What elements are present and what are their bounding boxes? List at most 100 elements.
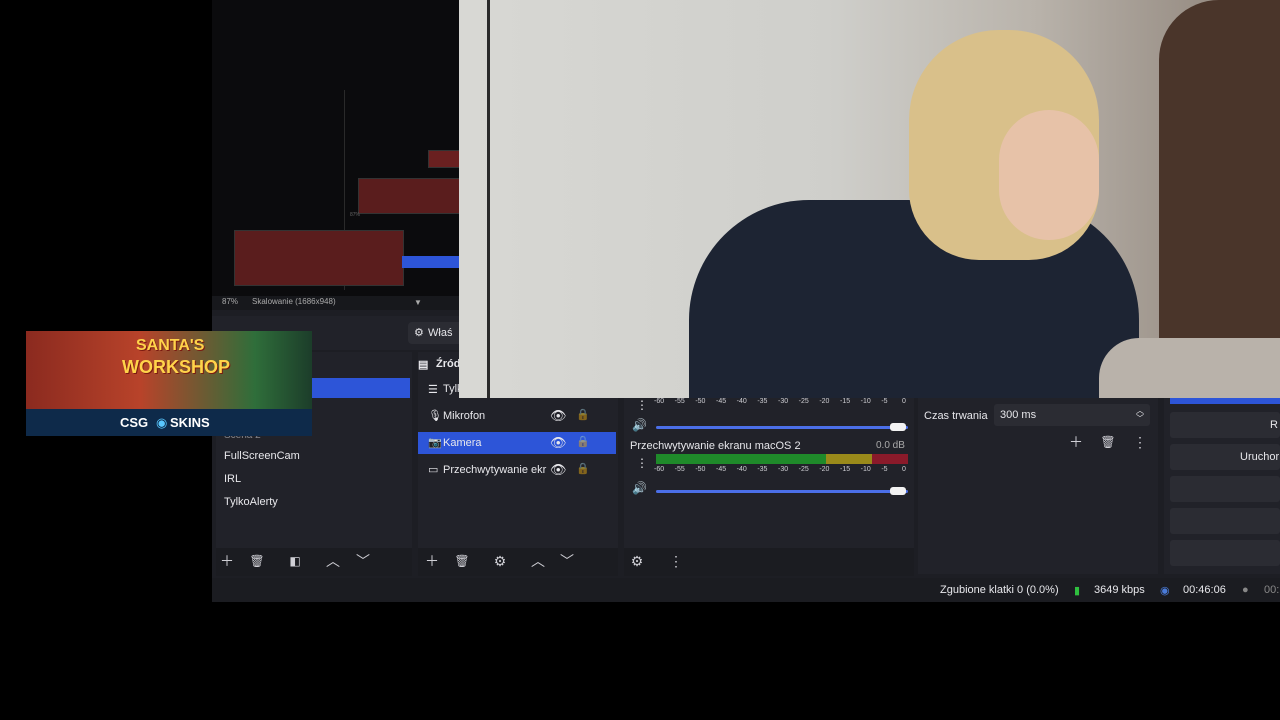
banner-brand-bar: CSG ◉ SKINS — [26, 409, 312, 436]
volume-icon[interactable]: 🔊 — [632, 418, 647, 432]
scenes-toolbar: ＋ 🗑 ◧ ︿ ﹀ — [216, 548, 412, 576]
controls-active-strip — [1170, 398, 1280, 404]
gear-icon[interactable]: ⚙ — [629, 553, 645, 569]
chevron-down-icon[interactable]: ﹀ — [559, 553, 575, 569]
volume-slider-knob[interactable] — [890, 487, 906, 495]
add-icon[interactable]: ＋ — [1068, 434, 1084, 450]
kebab-icon[interactable]: ⋮ — [1132, 434, 1148, 450]
meter-yellow — [826, 454, 872, 464]
meter-tick-label: -10 — [860, 398, 871, 405]
volume-slider-track[interactable] — [656, 490, 908, 493]
source-item-screen-capture[interactable]: ▭ Przechwytywanie ekr 👁 🔒 — [418, 459, 616, 481]
scene-item-irl[interactable]: IRL — [224, 473, 241, 485]
meter-tick-label: -35 — [757, 398, 768, 405]
scaling-label: Skalowanie (1686x948) — [252, 297, 336, 306]
start-virtual-camera-button[interactable]: Uruchor — [1170, 444, 1280, 470]
sources-header: Źród — [436, 358, 461, 370]
gear-icon[interactable]: ⚙ — [492, 553, 508, 569]
chevron-down-icon[interactable]: ▼ — [414, 298, 422, 307]
meter-tick-label: -25 — [798, 398, 809, 405]
trash-icon[interactable]: 🗑 — [1100, 434, 1116, 450]
scene-item-tylkoalerty[interactable]: TylkoAlerty — [224, 496, 278, 508]
meter-tick-label: -5 — [881, 466, 888, 473]
kebab-icon[interactable]: ⋮ — [636, 456, 648, 470]
duration-input[interactable]: 300 ms ︿ ﹀ — [994, 404, 1150, 426]
controls-panel: R Uruchor — [1164, 396, 1280, 574]
nested-preview-thumb-small — [428, 150, 462, 168]
dropped-frames: Zgubione klatki 0 (0.0%) — [940, 584, 1059, 596]
lock-icon[interactable]: 🔒 — [576, 408, 590, 421]
audio-mixer: ⋮ -60 -55 -5 0 -45 -40 -35 -30 -25 -20 -15 -10 -5 0 🔊… — [624, 396, 914, 548]
meter-tick-label: -60 — [654, 466, 665, 473]
camera-icon: 📷 — [428, 437, 442, 449]
meter-tick-label: 0 — [902, 466, 906, 473]
person-two-arm — [1099, 338, 1280, 398]
target-icon: ◉ — [156, 415, 168, 430]
cable — [487, 0, 490, 398]
meter-tick-label: -45 — [716, 398, 727, 405]
trash-icon[interactable]: 🗑 — [249, 553, 265, 569]
overlay-banner: SANTA'S WORKSHOP CSG ◉ SKINS — [26, 331, 312, 436]
meter-red — [872, 454, 908, 464]
transitions-panel: Czas trwania 300 ms ︿ ﹀ ＋ 🗑 ⋮ — [918, 396, 1158, 574]
nested-zoom-label: 87% — [350, 212, 361, 218]
camera-feed — [459, 0, 1280, 398]
meter-tick-label: -55 — [674, 466, 685, 473]
button-label: Uruchor — [1240, 451, 1280, 463]
volume-icon[interactable]: 🔊 — [632, 481, 647, 495]
meter-tick-label: -20 — [819, 398, 830, 405]
record-icon: ● — [1242, 584, 1249, 596]
volume-slider-track[interactable] — [656, 426, 908, 429]
chevron-down-icon[interactable]: ﹀ — [355, 553, 371, 569]
exit-button[interactable] — [1170, 540, 1280, 566]
filter-icon[interactable]: ◧ — [287, 553, 303, 569]
meter-tick-label: -25 — [798, 466, 809, 473]
meter-tick-label: -15 — [840, 466, 851, 473]
meter-tick-label: -40 — [736, 398, 747, 405]
stream-icon: ◉ — [1160, 585, 1170, 597]
banner-title-1: SANTA'S — [136, 337, 205, 354]
start-recording-button[interactable]: R — [1170, 412, 1280, 438]
add-icon[interactable]: ＋ — [424, 553, 440, 569]
studio-mode-button[interactable] — [1170, 476, 1280, 502]
add-icon[interactable]: ＋ — [219, 553, 235, 569]
source-label: Kamera — [443, 437, 482, 449]
meter-tick-label: -30 — [778, 398, 789, 405]
settings-button[interactable] — [1170, 508, 1280, 534]
monitor-icon: ▭ — [428, 464, 439, 476]
chevron-up-icon[interactable]: ︿ — [530, 553, 546, 569]
kebab-icon[interactable]: ⋮ — [636, 398, 648, 412]
volume-slider-knob[interactable] — [890, 423, 906, 431]
person-face — [999, 110, 1099, 240]
kebab-icon[interactable]: ⋮ — [668, 553, 684, 569]
source-item-kamera[interactable]: 📷 Kamera 👁 🔒 — [418, 432, 616, 454]
source-item-mikrofon[interactable]: 🎙 Mikrofon 👁 🔒 — [418, 405, 616, 427]
spin-icon[interactable]: ︿ ﹀ — [1136, 407, 1144, 423]
trash-icon[interactable]: 🗑 — [454, 553, 470, 569]
chevron-up-icon[interactable]: ︿ — [325, 553, 341, 569]
scene-item-fullscreencam[interactable]: FullScreenCam — [224, 450, 300, 462]
nested-preview-thumb — [358, 178, 460, 214]
duration-value: 300 ms — [1000, 409, 1037, 421]
meter-tick-label: -10 — [860, 466, 871, 473]
preview-zoom-bar: 87% Skalowanie (1686x948) ▼ — [212, 296, 460, 310]
eye-icon[interactable]: 👁 — [550, 408, 567, 424]
lock-icon[interactable]: 🔒 — [576, 462, 590, 475]
meter-tick-label: 0 — [902, 398, 906, 405]
channel-name: Przechwytywanie ekranu macOS 2 — [630, 440, 801, 452]
preview-canvas[interactable]: 87% — [212, 0, 462, 296]
nested-selection — [402, 256, 460, 268]
meter-green — [656, 454, 826, 464]
mixer-toolbar: ⚙ ⋮ — [624, 548, 914, 576]
meter-tick-label: -15 — [840, 398, 851, 405]
lock-icon[interactable]: 🔒 — [576, 435, 590, 448]
nested-preview-banner — [234, 230, 404, 286]
microphone-icon: 🎙 — [428, 410, 442, 422]
eye-icon[interactable]: 👁 — [550, 435, 567, 451]
level-meter — [656, 454, 908, 464]
eye-icon[interactable]: 👁 — [550, 462, 567, 478]
bitrate: 3649 kbps — [1094, 584, 1145, 596]
meter-tick-label: -55 — [674, 398, 685, 405]
meter-tick-label: -5 — [881, 398, 888, 405]
list-icon: ☰ — [428, 384, 438, 396]
